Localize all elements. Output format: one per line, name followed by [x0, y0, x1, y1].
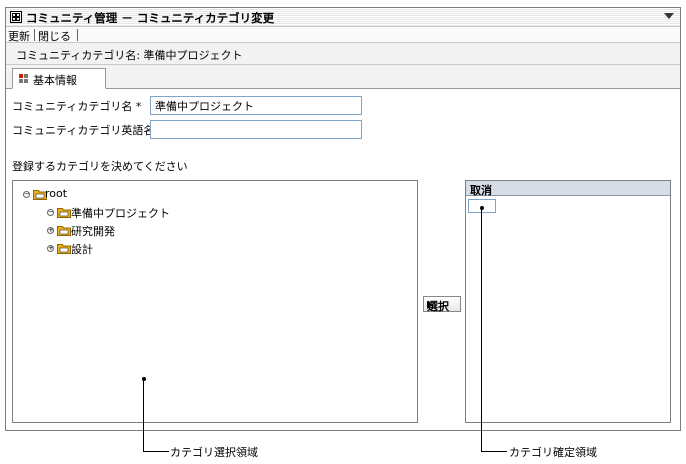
tree-node[interactable]: + 設計 — [47, 241, 167, 256]
callout-line — [143, 379, 144, 451]
tree-node-label: 研究開発 — [71, 225, 115, 238]
select-button[interactable]: 選択 — [423, 296, 461, 313]
category-name-label: コミュニティカテゴリ名 * — [12, 100, 142, 113]
title-bar: コミュニティ管理 － コミュニティカテゴリ変更 — [6, 8, 680, 27]
subtitle-text: コミュニティカテゴリ名: 準備中プロジェクト — [16, 49, 243, 62]
tree-node-label: 準備中プロジェクト — [71, 207, 170, 220]
tab-label: 基本情報 — [33, 74, 77, 87]
cancel-header-label: 取消 — [470, 184, 492, 197]
toolbar-divider — [34, 29, 35, 41]
toolbar: 更新 閉じる — [6, 27, 680, 43]
callout-line — [481, 208, 482, 451]
cancel-column-header: 取消 — [466, 181, 670, 197]
tree-node-label: 設計 — [71, 243, 93, 256]
tree-node[interactable]: − 準備中プロジェクト — [47, 205, 197, 220]
menu-chevron-icon[interactable] — [664, 13, 674, 19]
arrow-right-icon — [427, 301, 432, 309]
collapse-icon[interactable]: − — [47, 209, 54, 216]
category-confirm-area-label: カテゴリ確定領域 — [509, 446, 597, 459]
tree-node[interactable]: + 研究開発 — [47, 223, 167, 238]
category-en-name-label: コミュニティカテゴリ英語名 — [12, 124, 155, 137]
folder-icon — [57, 208, 71, 218]
tab-strip: 基本情報 — [6, 65, 680, 89]
window-icon — [10, 11, 22, 23]
expand-icon[interactable]: + — [47, 245, 54, 252]
expand-icon[interactable]: + — [47, 227, 54, 234]
collapse-icon[interactable]: − — [23, 191, 30, 198]
folder-icon — [57, 244, 71, 254]
tree-node-root[interactable]: − root — [23, 187, 143, 202]
tab-grid-icon — [19, 74, 28, 83]
tree-node-label: root — [45, 187, 68, 200]
required-mark: * — [135, 100, 142, 113]
category-select-area[interactable]: − root − 準備中プロジェクト + 研究開発 + 設計 — [12, 180, 418, 423]
category-name-input[interactable] — [150, 96, 362, 115]
close-button[interactable]: 閉じる — [38, 28, 71, 44]
folder-icon — [57, 226, 71, 236]
refresh-button[interactable]: 更新 — [8, 28, 30, 44]
subtitle-bar: コミュニティカテゴリ名: 準備中プロジェクト — [6, 43, 680, 65]
dialog-window: コミュニティ管理 － コミュニティカテゴリ変更 更新 閉じる コミュニティカテゴ… — [5, 7, 681, 431]
window-title: コミュニティ管理 － コミュニティカテゴリ変更 — [26, 11, 275, 25]
callout-line — [481, 451, 507, 452]
category-confirm-area[interactable]: 取消 — [465, 180, 671, 423]
category-select-area-label: カテゴリ選択領域 — [170, 446, 258, 459]
toolbar-divider — [77, 29, 78, 41]
instruction-text: 登録するカテゴリを決めてください — [12, 160, 188, 173]
tab-basic-info[interactable]: 基本情報 — [12, 68, 106, 89]
category-en-name-input[interactable] — [150, 120, 362, 139]
callout-line — [143, 451, 169, 452]
